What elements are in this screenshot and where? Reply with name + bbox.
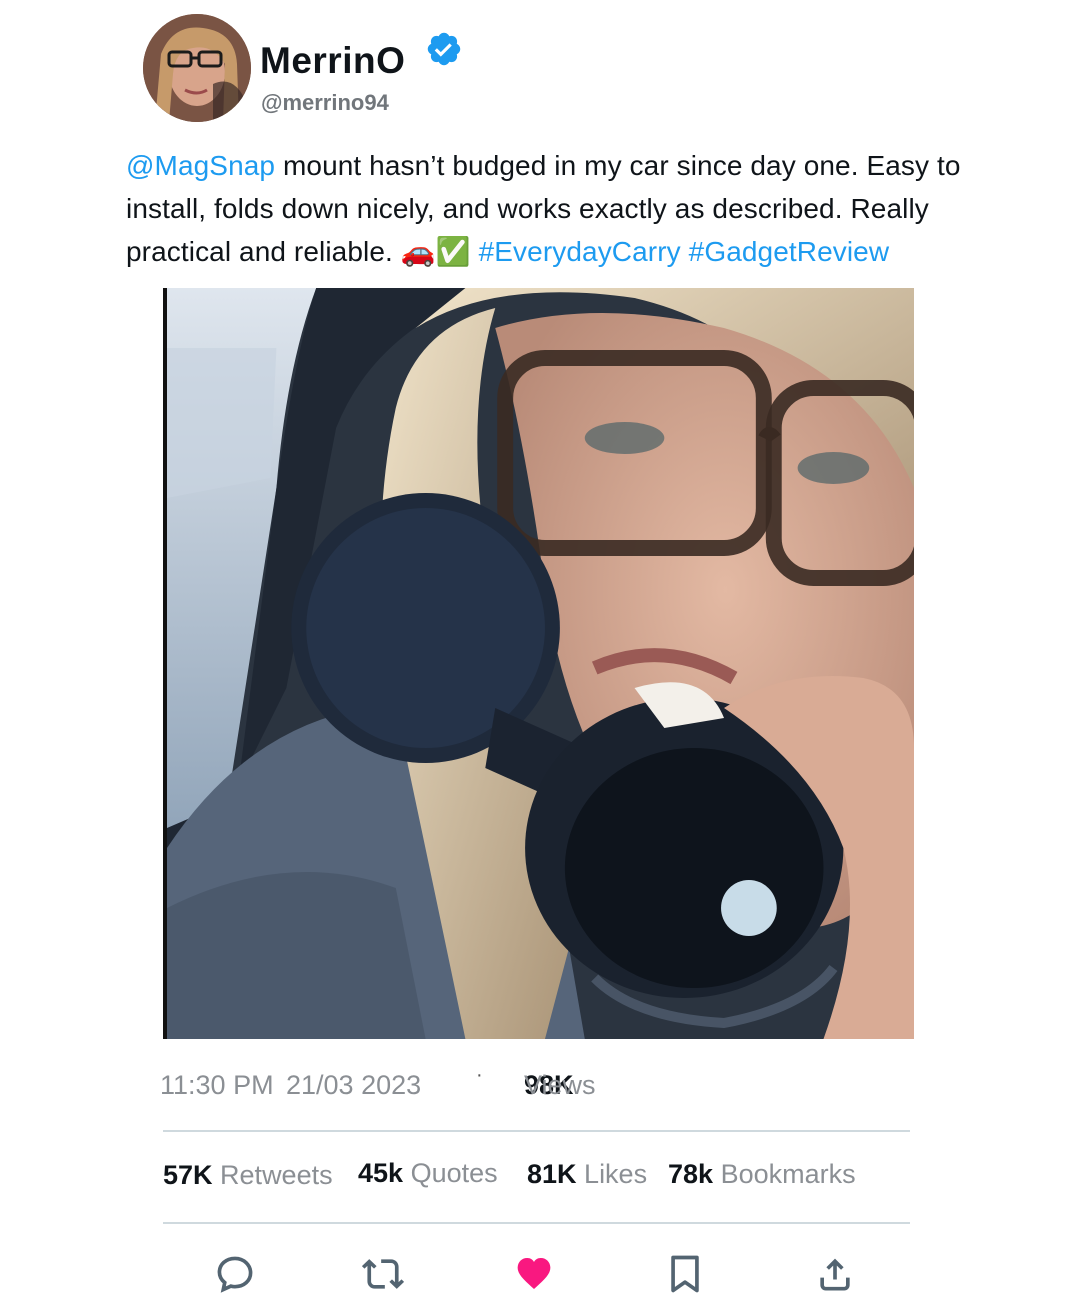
like-heart-icon[interactable] [512, 1252, 556, 1296]
author-display-name[interactable]: MerrinO [260, 40, 405, 82]
retweet-icon[interactable] [361, 1252, 405, 1296]
tweet-header: MerrinO @merrino94 [143, 14, 943, 124]
hashtag-link[interactable]: #GadgetReview [689, 236, 890, 267]
bookmark-icon[interactable] [663, 1252, 707, 1296]
action-bar [163, 1252, 923, 1298]
meta-separator: · [476, 1064, 483, 1086]
retweets-count: 57K [163, 1160, 213, 1190]
reply-icon[interactable] [213, 1252, 257, 1296]
likes-count: 81K [527, 1159, 577, 1189]
tweet-date[interactable]: 21/03 2023 [286, 1070, 421, 1101]
mention-link[interactable]: @MagSnap [126, 150, 275, 181]
divider [163, 1222, 910, 1224]
bookmarks-count: 78k [668, 1159, 714, 1189]
quotes-label: Quotes [410, 1158, 498, 1188]
tweet-media-image[interactable] [163, 288, 914, 1039]
tweet-time[interactable]: 11:30 PM [160, 1070, 274, 1101]
likes-label: Likes [584, 1159, 648, 1189]
retweets-label: Retweets [220, 1160, 333, 1190]
engagement-stats: 57K Retweets 45k Quotes 81K Likes 78k Bo… [163, 1158, 923, 1200]
bookmarks-stat[interactable]: 78k Bookmarks [668, 1159, 856, 1190]
divider [163, 1130, 910, 1132]
quotes-count: 45k [358, 1158, 404, 1188]
tweet-meta: 11:30 PM 21/03 2023 · 98K Views [160, 1064, 910, 1110]
retweets-stat[interactable]: 57K Retweets [163, 1160, 333, 1191]
bookmarks-label: Bookmarks [720, 1159, 856, 1189]
author-handle[interactable]: @merrino94 [261, 90, 389, 116]
hashtag-link[interactable]: #EverydayCarry [479, 236, 681, 267]
verified-badge-icon [425, 30, 463, 68]
emoji-car-check: 🚗✅ [400, 236, 471, 267]
likes-stat[interactable]: 81K Likes [527, 1159, 647, 1190]
tweet-body: @MagSnap mount hasn’t budged in my car s… [126, 144, 996, 273]
quotes-stat[interactable]: 45k Quotes [358, 1158, 498, 1189]
author-avatar[interactable] [143, 14, 251, 122]
share-icon[interactable] [813, 1252, 857, 1296]
views-label: Views [524, 1070, 596, 1100]
